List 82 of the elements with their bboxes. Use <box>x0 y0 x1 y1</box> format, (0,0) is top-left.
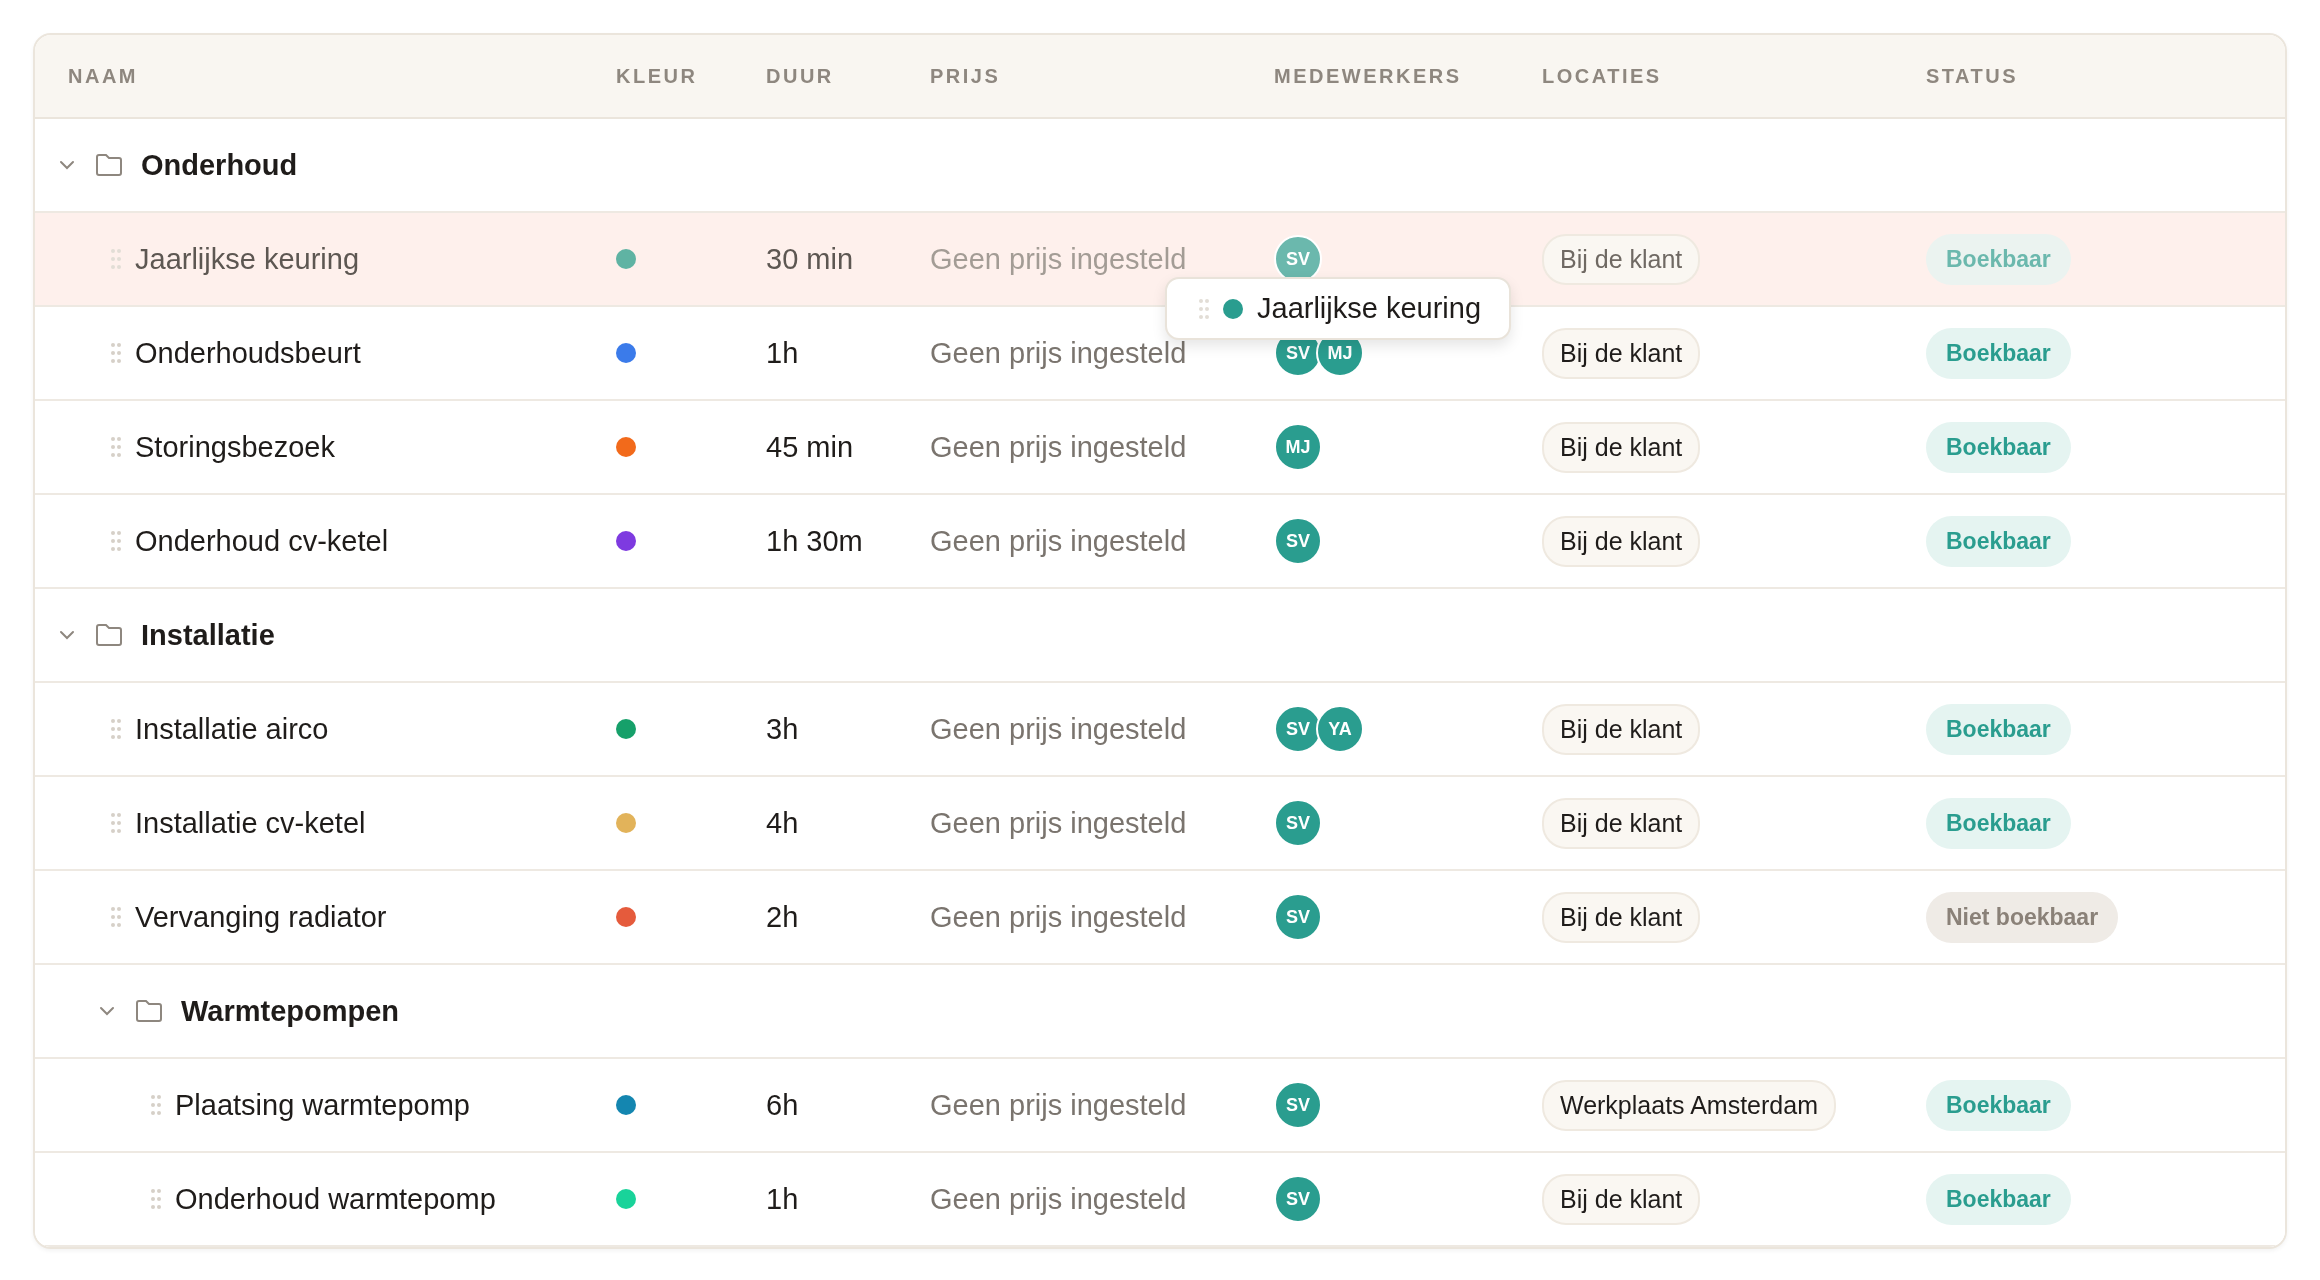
service-row[interactable]: Installatie airco 3h Geen prijs ingesteld SV YA Bij de klant Boekbaar <box>35 683 2285 777</box>
column-header: PRIJS <box>930 64 1001 88</box>
status-badge: Boekbaar <box>1926 703 2071 755</box>
location-tag: Bij de klant <box>1542 797 1701 849</box>
location-tag: Bij de klant <box>1542 327 1701 379</box>
status-badge: Boekbaar <box>1926 515 2071 567</box>
service-row[interactable]: Vervanging radiator 2h Geen prijs ingesteld SV Bij de klant Niet boekbaar <box>35 871 2285 965</box>
service-row[interactable]: Installatie cv-ketel 4h Geen prijs ingesteld SV Bij de klant Boekbaar <box>35 777 2285 871</box>
price-text: Geen prijs ingesteld <box>930 430 1187 464</box>
column-header: KLEUR <box>616 64 698 88</box>
location-tag: Bij de klant <box>1542 703 1701 755</box>
drag-handle-icon[interactable] <box>1199 297 1209 320</box>
price-text: Geen prijs ingesteld <box>930 1182 1187 1216</box>
column-header: MEDEWERKERS <box>1274 64 1462 88</box>
service-name: Storingsbezoek <box>135 430 335 464</box>
staff-avatar: MJ <box>1274 423 1322 471</box>
staff-avatar: SV <box>1274 517 1322 565</box>
staff-avatar: SV <box>1274 1175 1322 1223</box>
duration-text: 30 min <box>766 242 854 276</box>
folder-icon <box>135 999 163 1023</box>
drag-preview[interactable]: Jaarlijkse keuring <box>1165 277 1512 340</box>
status-badge: Boekbaar <box>1926 797 2071 849</box>
service-name: Installatie airco <box>135 712 329 746</box>
service-row[interactable]: Plaatsing warmtepomp 6h Geen prijs ingesteld SV Werkplaats Amsterdam Boekbaar <box>35 1059 2285 1153</box>
duration-text: 6h <box>766 1088 799 1122</box>
location-tag: Bij de klant <box>1542 891 1701 943</box>
status-badge: Boekbaar <box>1926 1079 2071 1131</box>
price-text: Geen prijs ingesteld <box>930 806 1187 840</box>
service-row[interactable]: Onderhoud warmtepomp 1h Geen prijs ingesteld SV Bij de klant Boekbaar <box>35 1153 2285 1247</box>
service-row[interactable]: Storingsbezoek 45 min Geen prijs ingesteld MJ Bij de klant Boekbaar <box>35 401 2285 495</box>
location-tag: Bij de klant <box>1542 421 1701 473</box>
group-name: Onderhoud <box>141 148 298 182</box>
column-header: NAAM <box>67 64 138 88</box>
status-badge: Boekbaar <box>1926 1173 2071 1225</box>
group-name: Warmtepompen <box>181 994 400 1028</box>
location-tag: Bij de klant <box>1542 233 1701 285</box>
service-name: Onderhoud cv-ketel <box>135 524 389 558</box>
duration-text: 3h <box>766 712 799 746</box>
service-row[interactable]: Onderhoud cv-ketel 1h 30m Geen prijs ingesteld SV Bij de klant Boekbaar <box>35 495 2285 589</box>
service-name: Installatie cv-ketel <box>135 806 366 840</box>
drag-handle-icon[interactable] <box>151 1188 161 1210</box>
staff-avatar: SV <box>1274 799 1322 847</box>
price-text: Geen prijs ingesteld <box>930 1088 1187 1122</box>
service-name: Vervanging radiator <box>135 900 387 934</box>
drag-handle-icon[interactable] <box>111 342 121 364</box>
service-name: Onderhoud warmtepomp <box>175 1182 496 1216</box>
drag-handle-icon[interactable] <box>111 436 121 458</box>
status-badge: Boekbaar <box>1926 421 2071 473</box>
staff-avatar: SV <box>1274 1081 1322 1129</box>
column-header: LOCATIES <box>1542 64 1662 88</box>
price-text: Geen prijs ingesteld <box>930 712 1187 746</box>
drag-handle-icon[interactable] <box>111 906 121 928</box>
service-name: Jaarlijkse keuring <box>135 242 360 276</box>
staff-avatar: YA <box>1316 705 1364 753</box>
location-tag: Bij de klant <box>1542 1173 1701 1225</box>
service-name: Plaatsing warmtepomp <box>175 1088 470 1122</box>
drag-handle-icon[interactable] <box>111 530 121 552</box>
drag-handle-icon[interactable] <box>111 718 121 740</box>
price-text: Geen prijs ingesteld <box>930 524 1187 558</box>
location-tag: Bij de klant <box>1542 515 1701 567</box>
drag-handle-icon[interactable] <box>151 1094 161 1116</box>
duration-text: 2h <box>766 900 799 934</box>
staff-avatar: SV <box>1274 893 1322 941</box>
duration-text: 4h <box>766 806 799 840</box>
status-badge: Niet boekbaar <box>1926 891 2119 943</box>
duration-text: 1h <box>766 1182 799 1216</box>
column-header: STATUS <box>1926 64 2019 88</box>
drag-handle-icon[interactable] <box>111 812 121 834</box>
status-badge: Boekbaar <box>1926 327 2071 379</box>
drag-handle-icon[interactable] <box>111 248 121 270</box>
location-tag: Werkplaats Amsterdam <box>1542 1079 1836 1131</box>
column-header: DUUR <box>766 64 834 88</box>
price-text: Geen prijs ingesteld <box>930 242 1187 276</box>
folder-icon <box>95 153 123 177</box>
group-name: Installatie <box>141 618 275 652</box>
service-name: Onderhoudsbeurt <box>135 336 361 370</box>
price-text: Geen prijs ingesteld <box>930 900 1187 934</box>
duration-text: 1h 30m <box>766 524 863 558</box>
duration-text: 1h <box>766 336 799 370</box>
duration-text: 45 min <box>766 430 854 464</box>
status-badge: Boekbaar <box>1926 233 2071 285</box>
folder-icon <box>95 623 123 647</box>
